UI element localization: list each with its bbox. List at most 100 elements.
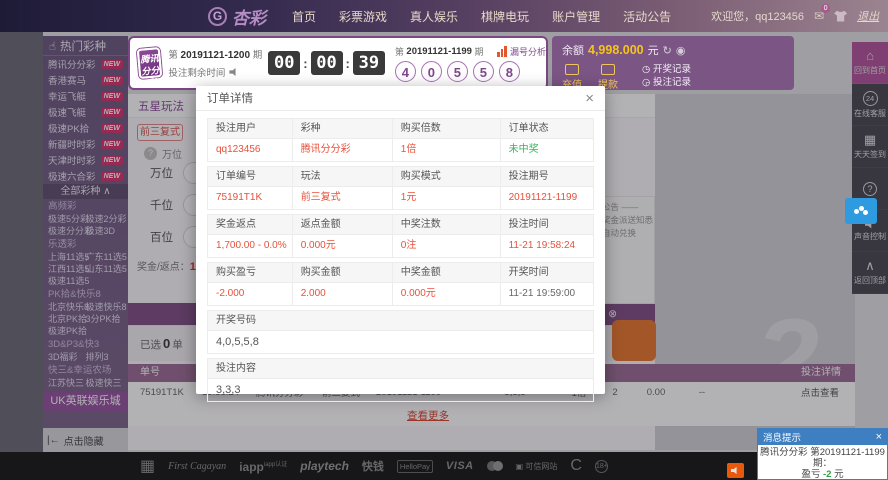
close-icon[interactable]: ×	[876, 432, 882, 443]
balance-label: 余额	[562, 42, 584, 58]
bet-content-group: 投注内容 3,3,3	[207, 358, 594, 402]
toast-title: 消息提示	[763, 430, 801, 444]
bet-content-label: 投注内容	[208, 359, 593, 378]
bar-chart-icon	[497, 46, 507, 57]
message-toast: 消息提示 × 腾讯分分彩 第20191121-1199 期： 盈亏 -2 元	[757, 428, 888, 480]
toast-body: 腾讯分分彩 第20191121-1199 期： 盈亏 -2 元	[758, 445, 887, 480]
modal-group-4: 购买盈亏 购买金额 中奖金额 开奖时间 -2.000 2.000 0.000元 …	[207, 262, 594, 306]
field-value: 前三复式	[293, 187, 393, 209]
field-value: 11-21 19:58:24	[501, 235, 593, 257]
balance-amount: 4,998.000	[588, 43, 644, 57]
field-value: 11-21 19:59:00	[501, 283, 593, 305]
missing-number-analysis-link[interactable]: 漏号分析	[510, 45, 546, 58]
menu-announcements[interactable]: 活动公告	[623, 8, 671, 25]
welcome-text: 欢迎您，qq123456	[711, 8, 804, 24]
menu-home[interactable]: 首页	[292, 8, 316, 25]
site-logo[interactable]: G 杏彩	[208, 4, 266, 29]
mute-speaker-icon[interactable]	[229, 68, 239, 77]
clock-icon: ◷	[642, 64, 650, 75]
top-navbar: G 杏彩 首页 彩票游戏 真人娱乐 棋牌电玩 账户管理 活动公告 欢迎您，qq12…	[0, 0, 888, 32]
menu-card-games[interactable]: 棋牌电玩	[481, 8, 529, 25]
draw-numbers-group: 开奖号码 4,0,5,5,8	[207, 310, 594, 354]
field-value: 1元	[393, 187, 501, 209]
draw-number: 5	[447, 61, 468, 82]
draw-history-link[interactable]: ◷ 开奖记录	[642, 63, 691, 76]
logo-g-icon: G	[208, 7, 227, 26]
lottery-banner: 腾讯分分彩 第 20191121-1200 期 投注剩余时间 00 : 00 :…	[128, 36, 548, 90]
field-value: 0注	[393, 235, 501, 257]
tencent-ffc-logo: 腾讯分分彩	[137, 47, 163, 79]
balance-box: 余额 4,998.000 元 ↻ ◉ 充值 提款 ◷ 开奖记录 ◶ 投注记录	[552, 36, 794, 90]
field-value: 0.000元	[293, 235, 393, 257]
page: 2 G杏彩 首页 彩票游戏 真人娱乐 棋牌电玩 账户管理 活动公告 欢迎您，qq…	[0, 0, 888, 480]
timer-hours: 00	[268, 51, 300, 75]
draw-number: 8	[499, 61, 520, 82]
announcement-megaphone-icon[interactable]	[727, 463, 744, 478]
order-status-value: 未中奖	[501, 139, 593, 161]
field-value: 20191121-1199	[501, 187, 593, 209]
cart-icon[interactable]	[834, 11, 847, 22]
draw-numbers-label: 开奖号码	[208, 311, 593, 330]
modal-title: 订单详情	[207, 90, 253, 106]
current-issue-info: 第 20191121-1200 期 投注剩余时间	[168, 47, 262, 79]
draw-number: 0	[421, 61, 442, 82]
profit-value: -2	[823, 469, 831, 480]
draw-numbers-value: 4,0,5,5,8	[208, 331, 593, 353]
withdraw-icon	[601, 64, 615, 75]
brand-name: 杏彩	[232, 4, 266, 29]
field-label: 投注期号	[501, 167, 593, 186]
modal-group-3: 奖金返点 返点金额 中奖注数 投注时间 1,700.00 - 0.0% 0.00…	[207, 214, 594, 258]
modal-group-1: 投注用户 彩种 购买倍数 订单状态 qq123456 腾讯分分彩 1倍 未中奖	[207, 118, 594, 162]
refresh-icon[interactable]: ↻	[663, 44, 672, 57]
field-label: 开奖时间	[501, 263, 593, 282]
menu-lottery-games[interactable]: 彩票游戏	[339, 8, 387, 25]
field-value: 2.000	[293, 283, 393, 305]
mail-badge: 0	[821, 4, 830, 13]
field-value: 1倍	[393, 139, 501, 161]
field-label: 返点金额	[293, 215, 393, 234]
current-issue-number: 20191121-1200	[181, 50, 251, 61]
field-label: 投注时间	[501, 215, 593, 234]
field-value: 1,700.00 - 0.0%	[208, 235, 293, 257]
order-detail-modal: 订单详情 × 投注用户 彩种 购买倍数 订单状态 qq123456 腾讯分分彩 …	[196, 86, 605, 394]
bet-history-link[interactable]: ◶ 投注记录	[642, 76, 691, 89]
user-area: 欢迎您，qq123456 ✉0 退出	[711, 8, 879, 24]
field-label: 中奖注数	[393, 215, 501, 234]
countdown-timer: 00 : 00 : 39	[268, 51, 385, 75]
field-label: 订单状态	[501, 119, 593, 138]
field-value: 75191T1K	[208, 187, 293, 209]
field-label: 购买模式	[393, 167, 501, 186]
field-label: 购买金额	[293, 263, 393, 282]
field-label: 购买盈亏	[208, 263, 293, 282]
close-icon[interactable]: ×	[585, 91, 594, 106]
last-draw-info: 第 20191121-1199 期 漏号分析 4 0 5 5 8	[395, 45, 546, 82]
field-value: -2.000	[208, 283, 293, 305]
clock-icon: ◶	[642, 77, 650, 88]
menu-account[interactable]: 账户管理	[552, 8, 600, 25]
modal-group-2: 订单编号 玩法 购买模式 投注期号 75191T1K 前三复式 1元 20191…	[207, 166, 594, 210]
qq-service-icon[interactable]	[845, 198, 877, 224]
field-label: 奖金返点	[208, 215, 293, 234]
field-label: 彩种	[293, 119, 393, 138]
field-value: 腾讯分分彩	[293, 139, 393, 161]
last-draw-numbers: 4 0 5 5 8	[395, 61, 546, 82]
field-label: 购买倍数	[393, 119, 501, 138]
timer-minutes: 00	[311, 51, 343, 75]
cluster-icon	[854, 206, 868, 216]
menu-live-casino[interactable]: 真人娱乐	[410, 8, 458, 25]
field-value: 0.000元	[393, 283, 501, 305]
bet-content-value: 3,3,3	[208, 379, 593, 401]
records-links: ◷ 开奖记录 ◶ 投注记录	[642, 63, 691, 89]
eye-icon[interactable]: ◉	[676, 44, 686, 57]
field-label: 中奖金额	[393, 263, 501, 282]
mail-icon[interactable]: ✉0	[814, 9, 824, 23]
deposit-icon	[565, 64, 579, 75]
megaphone-icon	[731, 467, 740, 475]
field-label: 订单编号	[208, 167, 293, 186]
logout-link[interactable]: 退出	[857, 8, 879, 24]
field-value: qq123456	[208, 139, 293, 161]
last-issue-number: 20191121-1199	[406, 46, 472, 57]
main-menu: 首页 彩票游戏 真人娱乐 棋牌电玩 账户管理 活动公告	[292, 8, 671, 25]
draw-number: 5	[473, 61, 494, 82]
field-label: 投注用户	[208, 119, 293, 138]
